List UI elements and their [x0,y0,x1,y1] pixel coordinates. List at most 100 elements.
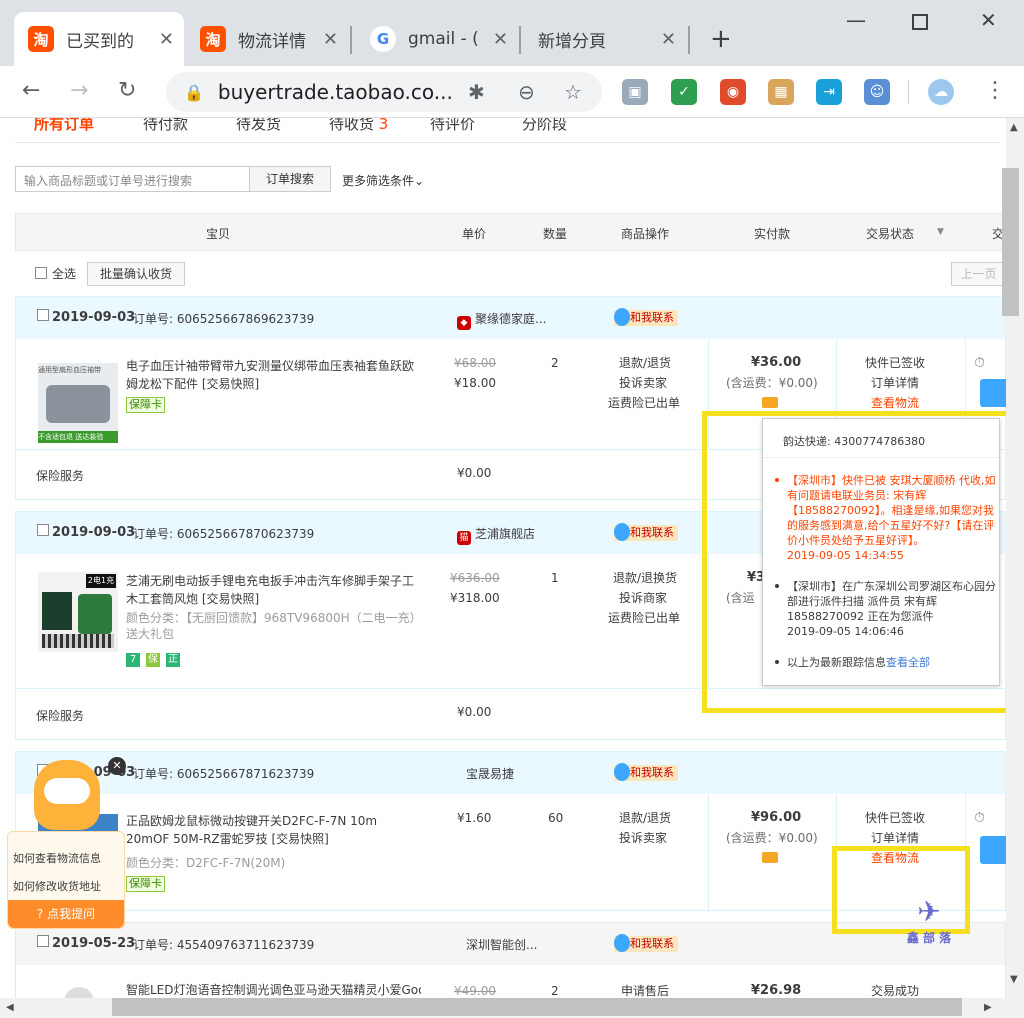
product-title-link[interactable]: 智能LED灯泡语音控制调光调色亚马逊天猫精灵小爱Goo [126,981,421,998]
reload-icon[interactable]: ↻ [118,78,136,103]
close-icon[interactable]: ✕ [159,29,174,50]
taobao-icon: 淘 [200,26,226,52]
extension-icon-4[interactable]: ▦ [768,79,794,105]
order-details-link[interactable]: 订单详情 [871,373,919,393]
order-checkbox[interactable] [37,309,49,321]
more-filters-link[interactable]: 更多筛选条件⌄ [342,172,424,189]
close-icon[interactable]: ✕ [108,757,126,775]
close-icon[interactable]: ✕ [493,29,508,50]
tab-label: 物流详情 [238,31,306,52]
scroll-up-icon[interactable]: ▲ [1010,122,1018,133]
nav-tab-pending-review[interactable]: 待评价 [430,118,475,134]
status-signed: 快件已签收 [865,356,926,370]
contact-seller-button[interactable]: 和我联系 [614,523,678,541]
back-icon[interactable]: ← [22,78,40,103]
refund-link[interactable]: 退款/退货 [619,808,671,828]
tab-gmail[interactable]: G gmail - ( ✕ [356,12,518,66]
ask-question-button[interactable]: ? 点我提问 [8,900,124,928]
wrench-image [78,594,112,634]
forward-icon[interactable]: → [70,78,88,103]
url-text[interactable]: buyertrade.taobao.co... [218,80,452,104]
contact-seller-button[interactable]: 和我联系 [614,763,678,781]
scroll-right-icon[interactable]: ▶ [984,1002,992,1013]
extension-icon-6[interactable]: ☺ [864,79,890,105]
minimize-icon[interactable]: — [846,8,866,32]
new-tab-icon[interactable]: + [710,24,732,54]
shop-link[interactable]: 宝晟易捷 [466,765,514,782]
order-search-input[interactable]: 输入商品标题或订单号进行搜索 [15,166,251,192]
shop-link[interactable]: ◆ 聚缘德家庭... [457,310,546,330]
shop-link[interactable]: 猫芝浦旗舰店 [457,525,535,545]
service-icons: 7保正 [126,651,186,667]
help-question-address[interactable]: 如何修改收货地址 [13,878,101,894]
mascot-eyes [44,778,90,804]
prev-page-button[interactable]: 上一页 [951,262,1006,286]
sort-arrow-icon[interactable]: ▼ [937,227,944,237]
zoom-out-icon[interactable]: ⊖ [518,80,535,104]
order-number: 订单号: 606525667869623739 [133,310,314,327]
complain-link[interactable]: 投诉商家 [619,588,667,608]
weather-icon[interactable]: ☁ [928,79,954,105]
after-sale-link[interactable]: 申请售后 [621,981,669,998]
close-icon[interactable]: ✕ [323,29,338,50]
horizontal-scroll-thumb[interactable] [112,998,962,1016]
nav-tab-pending-payment[interactable]: 待付款 [143,118,188,134]
col-status[interactable]: 交易状态 [866,225,914,242]
order-details-link[interactable]: 订单详情 [871,828,919,848]
nav-tab-installments[interactable]: 分阶段 [522,118,567,134]
select-all-checkbox[interactable] [35,267,47,279]
extension-icon-1[interactable]: ▣ [622,79,648,105]
product-sku: 颜色分类：D2FC-F-7N(20M) [126,856,286,870]
product-thumbnail[interactable]: 通用型扇形血压袖带 不含适包退 送达装验 [38,363,118,443]
vertical-scroll-thumb[interactable] [1002,168,1019,316]
address-bar[interactable]: 🔒 buyertrade.taobao.co... ✱ ⊖ ☆ [166,72,602,112]
confirm-receipt-button[interactable] [980,836,1006,864]
refund-link[interactable]: 退款/退换货 [613,568,677,588]
unit-price: ¥318.00 [450,591,500,605]
extension-icon-3[interactable]: ◉ [720,79,746,105]
order-number-label: 订单号: [133,527,174,541]
menu-kebab-icon[interactable]: ⋮ [984,78,1006,103]
product-title-link[interactable]: 电子血压计袖带臂带九安测量仪绑带血压表袖套鱼跃欧姆龙松下配件 [交易快照] [126,357,416,393]
status-complete: 交易成功 [871,984,920,998]
assistant-mascot[interactable] [34,760,100,830]
order-number: 订单号: 606525667870623739 [133,525,314,542]
complain-link[interactable]: 投诉卖家 [619,828,667,848]
bookmark-star-icon[interactable]: ☆ [564,80,582,104]
col-qty: 数量 [543,227,568,241]
tab-new[interactable]: 新增分頁 ✕ [524,12,686,66]
help-question-logistics[interactable]: 如何查看物流信息 [13,850,101,866]
order-search-button[interactable]: 订单搜索 [249,166,331,192]
close-window-icon[interactable]: ✕ [980,8,997,32]
view-logistics-link[interactable]: 查看物流 [871,393,919,413]
batch-confirm-button[interactable]: 批量确认收货 [87,262,185,286]
nav-tab-pending-receipt[interactable]: 待收货 3 [329,118,388,134]
product-title-link[interactable]: 正品欧姆龙鼠标微动按键开关D2FC-F-7N 10m 20mOF 50M-RZ雷… [126,812,421,848]
tab-purchases[interactable]: 淘 已买到的 ✕ [14,12,184,66]
extension-blocked-icon[interactable]: ✱ [468,80,485,104]
nav-tab-pending-shipment[interactable]: 待发货 [236,118,281,134]
nav-tab-all-orders[interactable]: 所有订单 [34,118,94,134]
contact-seller-button[interactable]: 和我联系 [614,308,678,326]
refund-link[interactable]: 退款/退货 [619,353,671,373]
order-checkbox[interactable] [37,524,49,536]
extension-icon-5[interactable]: ⇥ [816,79,842,105]
shop-link[interactable]: 深圳智能创... [466,936,537,953]
extension-icon-2[interactable]: ✓ [671,79,697,105]
product-thumbnail[interactable]: 2电1充 [38,572,118,652]
service-price: ¥0.00 [457,705,492,719]
scroll-down-icon[interactable]: ▼ [1010,974,1018,985]
contact-seller-button[interactable]: 和我联系 [614,934,678,952]
scroll-left-icon[interactable]: ◀ [6,1002,14,1013]
confirm-receipt-button[interactable] [980,379,1006,407]
maximize-icon[interactable] [912,14,928,30]
order-checkbox[interactable] [37,935,49,947]
complain-link[interactable]: 投诉卖家 [619,373,667,393]
nav-tab-count: 3 [378,118,389,133]
product-thumbnail[interactable] [64,987,94,998]
shop-name: 芝浦旗舰店 [475,527,536,541]
product-title-link[interactable]: 芝浦无刷电动扳手锂电充电扳手冲击汽车修脚手架子工木工套筒风炮 [交易快照] [126,572,418,608]
tab-separator [350,26,352,54]
close-icon[interactable]: ✕ [661,29,676,50]
tab-logistics[interactable]: 淘 物流详情 ✕ [186,12,348,66]
